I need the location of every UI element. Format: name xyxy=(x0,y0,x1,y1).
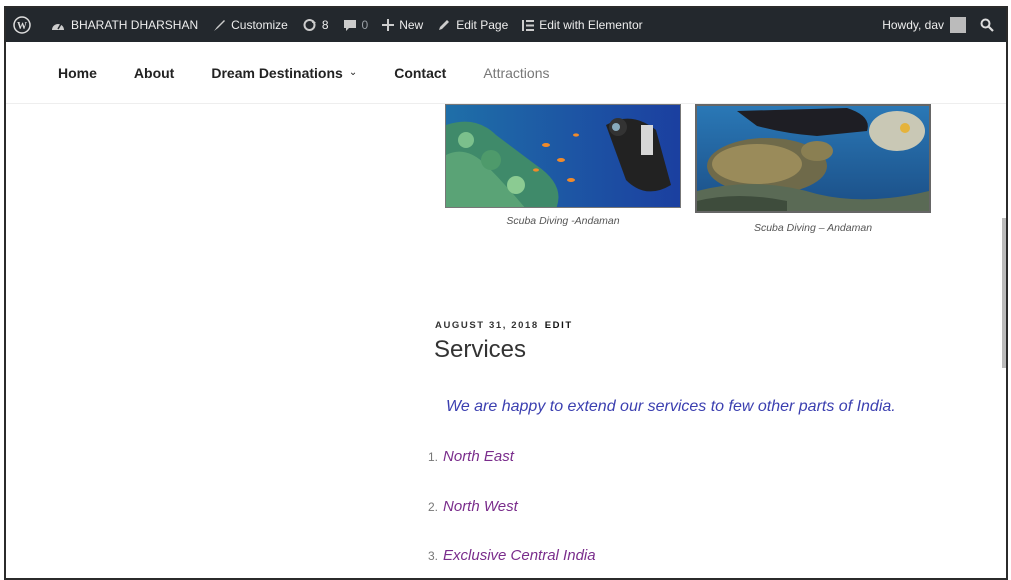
scuba-diving-photo-1[interactable] xyxy=(445,104,681,208)
site-name-link[interactable]: BHARATH DHARSHAN xyxy=(43,8,205,42)
nav-item-home[interactable]: Home xyxy=(58,65,97,81)
scrollbar[interactable] xyxy=(1002,218,1006,368)
nav-item-dream-destinations[interactable]: Dream Destinations ⌄ xyxy=(211,65,357,81)
avatar xyxy=(950,17,966,33)
browser-frame: W BHARATH DHARSHAN Customize 8 0 New Edi… xyxy=(4,6,1008,580)
elementor-icon xyxy=(522,19,535,31)
new-content-link[interactable]: New xyxy=(375,8,430,42)
customize-link[interactable]: Customize xyxy=(205,8,295,42)
nav-item-label: Contact xyxy=(394,64,447,81)
wordpress-logo-icon[interactable]: W xyxy=(6,8,43,42)
main-navigation: Home About Dream Destinations ⌄ Contact A… xyxy=(6,42,1006,104)
list-item-link[interactable]: North West xyxy=(443,498,518,515)
plus-icon xyxy=(382,19,395,31)
nav-item-contact[interactable]: Contact xyxy=(394,65,446,81)
admin-bar: W BHARATH DHARSHAN Customize 8 0 New Edi… xyxy=(6,8,1006,42)
comments-link[interactable]: 0 xyxy=(336,8,376,42)
list-number: 3. xyxy=(428,549,439,563)
list-item: 2. North West xyxy=(428,498,518,515)
post-date[interactable]: AUGUST 31, 2018 xyxy=(435,320,539,331)
nav-item-label: About xyxy=(133,64,175,81)
new-label: New xyxy=(399,18,424,32)
edit-page-link[interactable]: Edit Page xyxy=(430,8,515,42)
comments-count: 0 xyxy=(361,18,369,32)
list-number: 1. xyxy=(428,450,439,464)
photo-caption: Scuba Diving – Andaman xyxy=(753,222,873,234)
list-item: 1. North East xyxy=(428,448,514,465)
elementor-link[interactable]: Edit with Elementor xyxy=(515,8,649,42)
post-meta: AUGUST 31, 2018 EDIT xyxy=(435,320,573,331)
elementor-label: Edit with Elementor xyxy=(539,18,643,32)
brush-icon xyxy=(214,20,226,31)
customize-label: Customize xyxy=(231,18,288,32)
pencil-icon xyxy=(439,20,450,30)
site-name-label: BHARATH DHARSHAN xyxy=(71,18,199,32)
account-link[interactable]: Howdy, dav xyxy=(875,8,973,42)
photo-caption: Scuba Diving -Andaman xyxy=(506,215,620,227)
search-icon[interactable] xyxy=(973,8,1006,42)
list-item: 3. Exclusive Central India xyxy=(428,547,596,564)
dashboard-icon xyxy=(52,23,64,30)
updates-count: 8 xyxy=(321,18,329,32)
updates-link[interactable]: 8 xyxy=(295,8,336,42)
updates-icon xyxy=(303,19,316,31)
nav-item-label: Home xyxy=(58,64,97,81)
svg-text:W: W xyxy=(17,21,27,32)
chevron-down-icon: ⌄ xyxy=(348,67,358,78)
post-title: Services xyxy=(434,336,527,363)
edit-link[interactable]: EDIT xyxy=(545,320,573,331)
nav-item-label: Dream Destinations xyxy=(211,64,343,81)
scuba-diving-photo-2[interactable] xyxy=(695,104,931,213)
post-lead-text: We are happy to extend our services to f… xyxy=(446,398,896,415)
nav-item-label: Attractions xyxy=(483,64,550,81)
list-number: 2. xyxy=(428,500,439,514)
nav-item-about[interactable]: About xyxy=(134,65,174,81)
list-item-link[interactable]: Exclusive Central India xyxy=(443,547,596,564)
comment-icon xyxy=(343,19,356,31)
howdy-label: Howdy, dav xyxy=(882,18,944,32)
nav-item-attractions[interactable]: Attractions xyxy=(483,65,549,81)
edit-page-label: Edit Page xyxy=(456,18,509,32)
list-item-link[interactable]: North East xyxy=(443,448,514,465)
